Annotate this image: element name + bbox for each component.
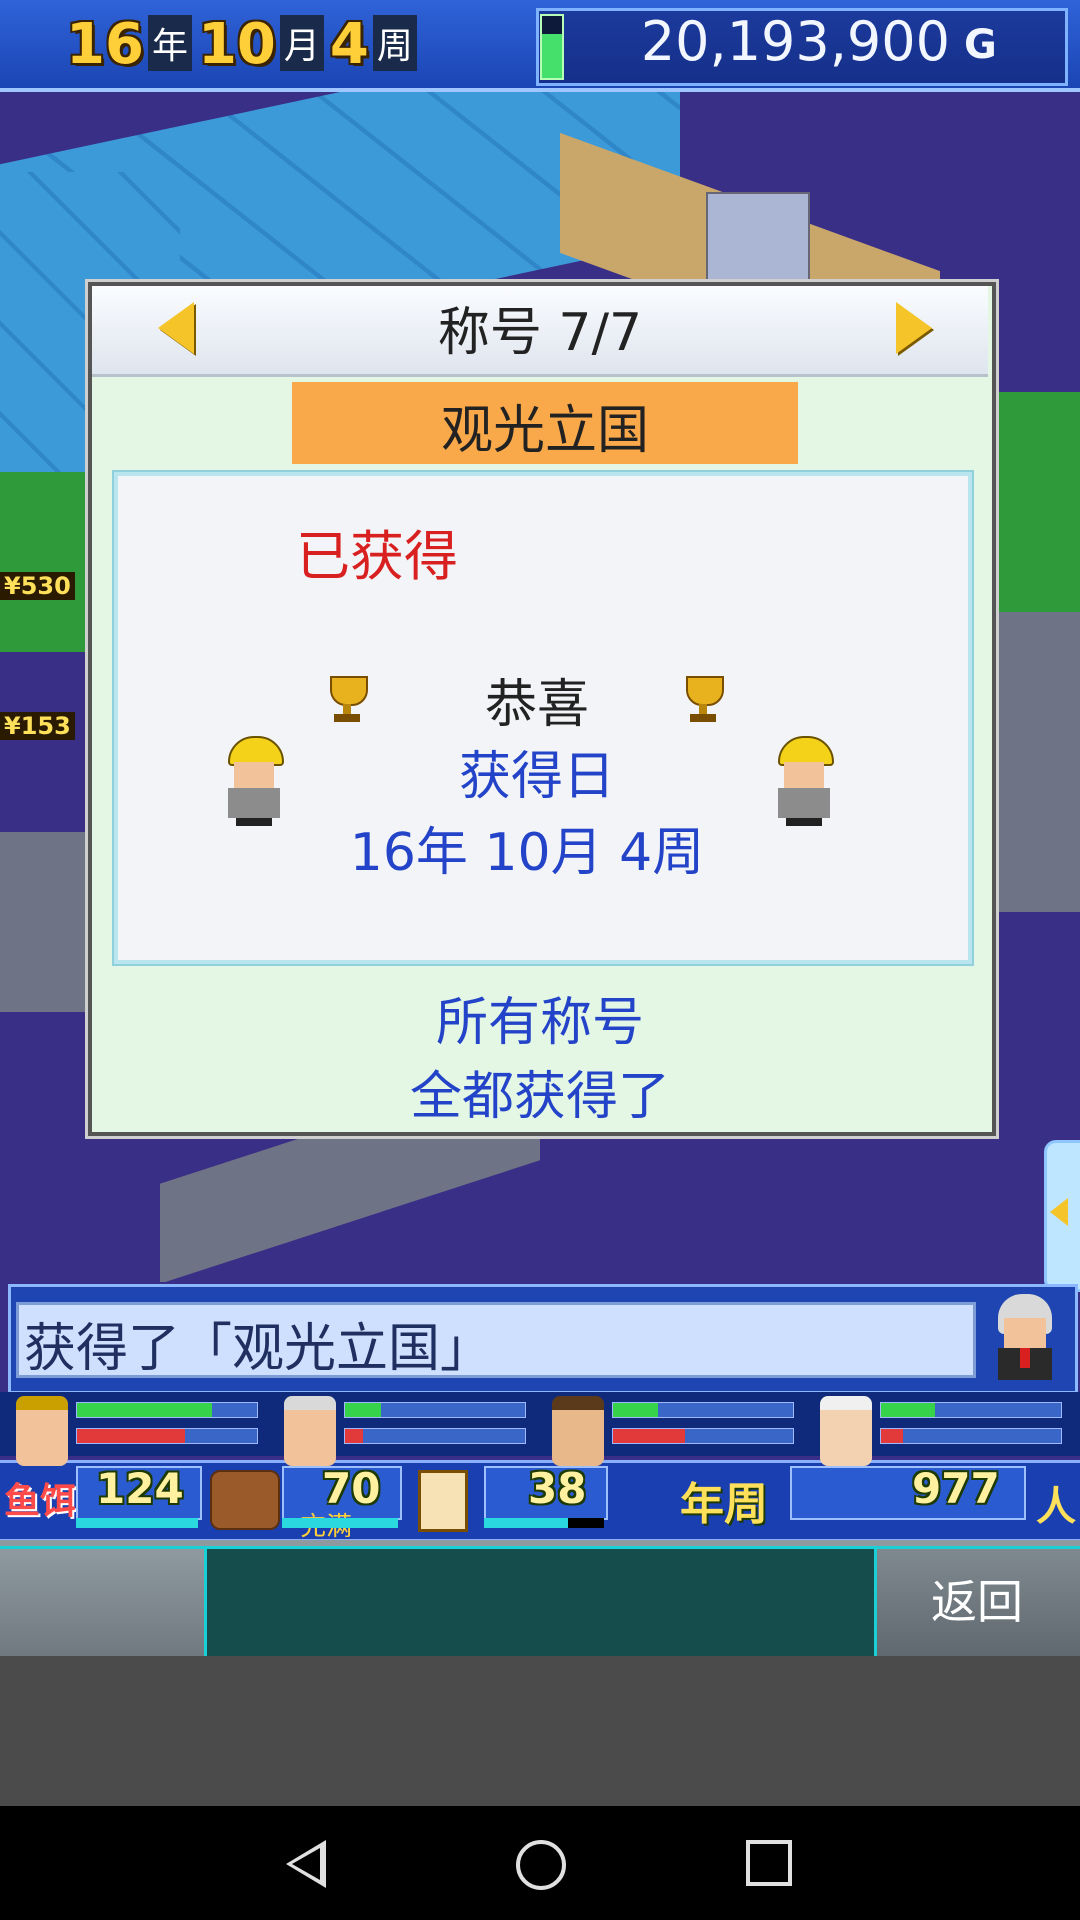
staff-avatar — [284, 1396, 336, 1466]
back-button[interactable]: 返回 — [874, 1566, 1080, 1632]
prev-arrow-icon[interactable] — [158, 302, 194, 354]
staff-bar-green-fill — [345, 1403, 381, 1417]
person-unit: 人 — [1036, 1484, 1076, 1530]
message-text: 获得了「观光立国」 — [24, 1319, 493, 1379]
staff-bar-top — [612, 1402, 794, 1418]
acquired-date-label: 获得日 — [458, 747, 615, 807]
staff-bar-top — [344, 1402, 526, 1418]
stat-value-4: 977 — [912, 1464, 1000, 1513]
money-gauge-fill — [542, 34, 562, 78]
staff-member[interactable] — [6, 1394, 270, 1466]
congrats-text: 恭喜 — [484, 675, 589, 735]
staff-bar-green-fill — [77, 1403, 212, 1417]
staff-bar-red-fill — [881, 1429, 903, 1443]
date-display: 16 年 10 月 4 周 — [66, 12, 423, 77]
year-week-label: 年周 — [680, 1479, 768, 1530]
next-arrow-icon[interactable] — [896, 302, 932, 354]
staff-bar-green-fill — [881, 1403, 935, 1417]
worker-character-icon — [774, 736, 834, 826]
week-unit: 周 — [372, 15, 417, 71]
stat-value-1: 124 — [96, 1464, 184, 1513]
map-price-label: ¥153 — [0, 712, 75, 740]
staff-member[interactable] — [810, 1394, 1074, 1466]
control-left-button[interactable] — [0, 1546, 207, 1662]
staff-bar-bottom — [612, 1428, 794, 1444]
month-number: 10 — [197, 12, 276, 77]
staff-bar-top — [880, 1402, 1062, 1418]
worker-character-icon — [224, 736, 284, 826]
nav-back-icon[interactable] — [286, 1840, 326, 1888]
staff-bar-red-fill — [77, 1429, 185, 1443]
control-center-panel — [204, 1546, 880, 1662]
map-price-label: ¥530 — [0, 572, 75, 600]
year-number: 16 — [66, 12, 144, 77]
staff-avatar — [820, 1396, 872, 1466]
money-unit: G — [964, 22, 997, 68]
nav-home-icon[interactable] — [516, 1840, 566, 1890]
dialog-footer-line1: 所有称号 — [435, 993, 644, 1053]
bait-label: 鱼饵 — [4, 1481, 77, 1522]
week-number: 4 — [329, 12, 369, 77]
advisor-avatar — [990, 1290, 1060, 1382]
award-status: 已获得 — [296, 525, 458, 588]
money-value: 20,193,900 — [640, 10, 950, 73]
trophy-icon — [678, 676, 728, 722]
staff-avatar — [16, 1396, 68, 1466]
stat-gauge-3 — [484, 1518, 568, 1528]
road-right — [990, 612, 1080, 912]
nav-recents-icon[interactable] — [746, 1840, 792, 1886]
staff-bar-bottom — [344, 1428, 526, 1444]
trophy-icon — [322, 676, 372, 722]
year-unit: 年 — [147, 15, 192, 71]
staff-avatar — [552, 1396, 604, 1466]
acquired-date-value: 16年 10月 4周 — [349, 823, 705, 883]
dialog-title: 称号 7/7 — [437, 303, 643, 363]
left-arrow-icon — [1050, 1198, 1068, 1226]
staff-bar-red-fill — [345, 1429, 363, 1443]
staff-member[interactable] — [542, 1394, 806, 1466]
document-icon — [418, 1470, 468, 1532]
staff-bar-bottom — [880, 1428, 1062, 1444]
empty-area — [0, 1656, 1080, 1806]
staff-bar-bottom — [76, 1428, 258, 1444]
staff-bar-top — [76, 1402, 258, 1418]
staff-member[interactable] — [274, 1394, 538, 1466]
month-unit: 月 — [279, 15, 324, 71]
staff-bar-green-fill — [613, 1403, 658, 1417]
staff-bar-red-fill — [613, 1429, 685, 1443]
stat-gauge-2 — [282, 1518, 398, 1528]
award-name: 观光立国 — [440, 401, 649, 461]
grass-area-left — [0, 472, 100, 652]
dialog-footer-line2: 全都获得了 — [409, 1067, 670, 1127]
stat-value-3: 38 — [528, 1464, 587, 1513]
lumber-icon — [210, 1470, 280, 1530]
stat-gauge-1 — [76, 1518, 198, 1528]
